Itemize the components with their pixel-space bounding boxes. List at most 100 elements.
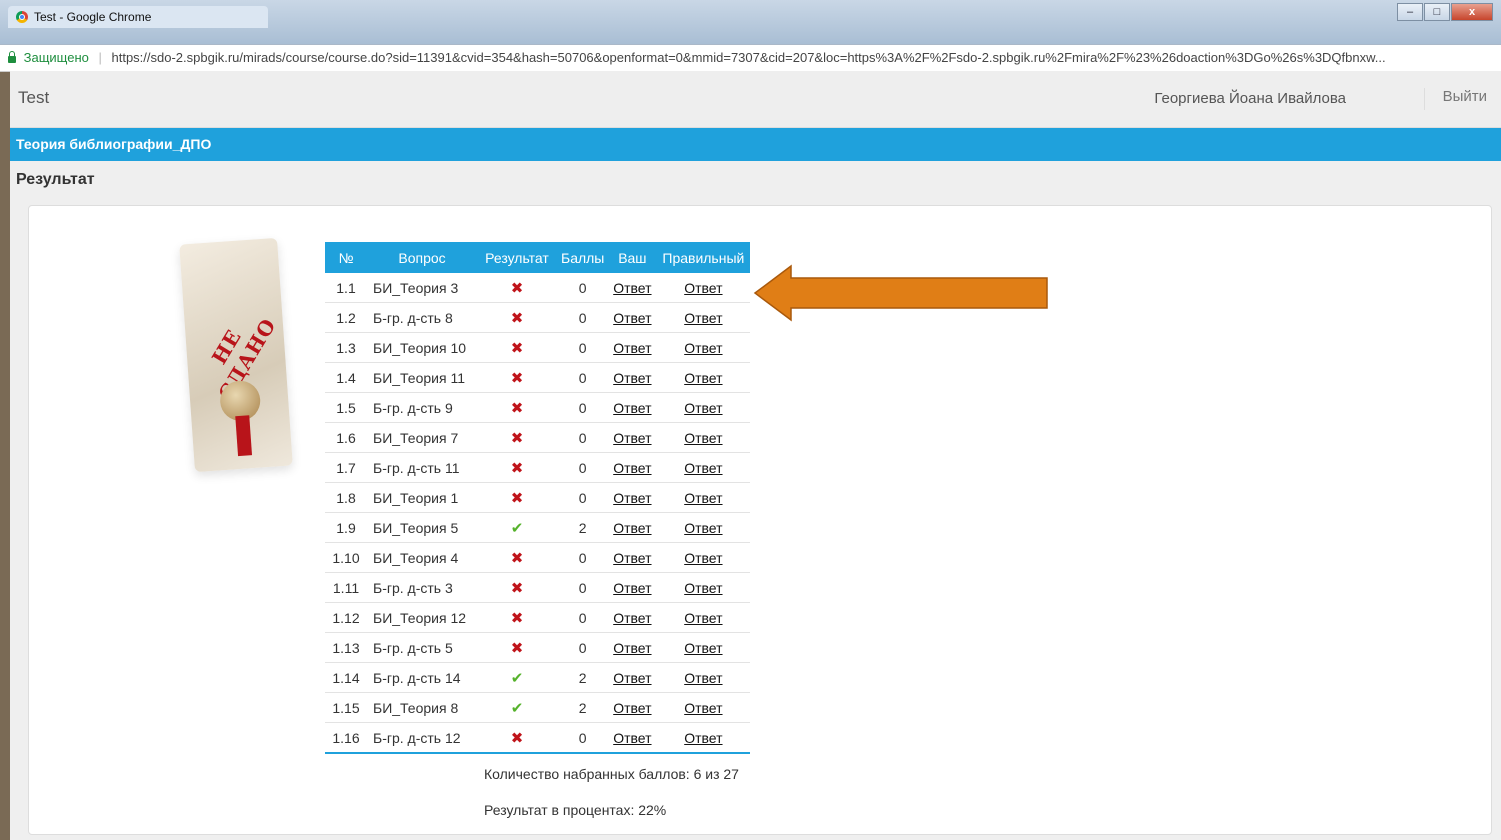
table-cell: БИ_Теория 3: [367, 273, 477, 303]
row-number: 1.7: [336, 459, 356, 476]
correct-answer-link[interactable]: Ответ: [684, 610, 722, 626]
your-answer-link[interactable]: Ответ: [613, 370, 651, 386]
row-score: 0: [578, 309, 587, 326]
table-cell: ✖: [477, 722, 557, 754]
table-row: 1.1 БИ_Теория 3 ✖ 0 Ответ Ответ: [325, 273, 751, 303]
table-cell: Ответ: [608, 662, 657, 693]
maximize-button[interactable]: □: [1424, 3, 1450, 21]
cross-icon: ✖: [510, 339, 524, 357]
table-cell: 1.10: [325, 542, 367, 573]
your-answer-link[interactable]: Ответ: [613, 520, 651, 536]
your-answer-link[interactable]: Ответ: [613, 580, 651, 596]
your-answer-link[interactable]: Ответ: [613, 640, 651, 656]
table-cell: 1.14: [325, 662, 367, 693]
table-cell: Ответ: [656, 362, 751, 393]
table-cell: 0: [557, 362, 609, 393]
row-number: 1.11: [332, 579, 360, 596]
user-name: Георгиева Йоана Ивайлова: [1154, 90, 1346, 107]
row-score: 2: [578, 699, 587, 716]
minimize-button[interactable]: –: [1397, 3, 1423, 21]
your-answer-link[interactable]: Ответ: [613, 730, 651, 746]
table-cell: 0: [557, 542, 609, 573]
table-cell: ✖: [477, 482, 557, 513]
table-cell: Б-гр. д-сть 3: [367, 572, 477, 603]
url-text[interactable]: https://sdo-2.spbgik.ru/mirads/course/co…: [112, 50, 1386, 65]
your-answer-link[interactable]: Ответ: [613, 280, 651, 296]
row-number: 1.15: [332, 699, 360, 716]
row-score: 2: [578, 519, 587, 536]
address-bar[interactable]: Защищено | https://sdo-2.spbgik.ru/mirad…: [0, 44, 1501, 72]
table-row: 1.9 БИ_Теория 5 ✔ 2 Ответ Ответ: [325, 512, 751, 543]
close-button[interactable]: x: [1451, 3, 1493, 21]
table-cell: Ответ: [608, 572, 657, 603]
table-row: 1.15 БИ_Теория 8 ✔ 2 Ответ Ответ: [325, 692, 751, 723]
correct-answer-link[interactable]: Ответ: [684, 520, 722, 536]
table-cell: Ответ: [608, 482, 657, 513]
table-header-row: № Вопрос Результат Баллы Ваш Правильный: [325, 242, 751, 273]
table-cell: ✖: [477, 632, 557, 663]
correct-answer-link[interactable]: Ответ: [684, 310, 722, 326]
table-cell: ✔: [477, 512, 557, 543]
chrome-icon: [16, 11, 28, 23]
correct-answer-link[interactable]: Ответ: [684, 280, 722, 296]
row-number: 1.12: [332, 609, 360, 626]
question-name: БИ_Теория 10: [373, 339, 467, 356]
table-cell: 1.8: [325, 482, 367, 513]
your-answer-link[interactable]: Ответ: [613, 430, 651, 446]
cross-icon: ✖: [510, 639, 524, 657]
correct-answer-link[interactable]: Ответ: [684, 430, 722, 446]
section-title: Результат: [16, 171, 95, 188]
your-answer-link[interactable]: Ответ: [613, 460, 651, 476]
table-cell: 1.1: [325, 273, 367, 303]
table-row: 1.10 БИ_Теория 4 ✖ 0 Ответ Ответ: [325, 542, 751, 573]
question-name: Б-гр. д-сть 9: [373, 399, 453, 416]
row-number: 1.4: [336, 369, 356, 386]
table-cell: Ответ: [608, 302, 657, 333]
row-score: 0: [578, 729, 587, 746]
correct-answer-link[interactable]: Ответ: [684, 640, 722, 656]
your-answer-link[interactable]: Ответ: [613, 310, 651, 326]
your-answer-link[interactable]: Ответ: [613, 490, 651, 506]
table-cell: БИ_Теория 5: [367, 512, 477, 543]
table-cell: Ответ: [656, 452, 751, 483]
your-answer-link[interactable]: Ответ: [613, 700, 651, 716]
your-answer-link[interactable]: Ответ: [613, 670, 651, 686]
correct-answer-link[interactable]: Ответ: [684, 340, 722, 356]
cross-icon: ✖: [510, 369, 524, 387]
correct-answer-link[interactable]: Ответ: [684, 700, 722, 716]
points-summary: Количество набранных баллов: 6 из 27: [484, 766, 739, 782]
your-answer-link[interactable]: Ответ: [613, 610, 651, 626]
browser-tab[interactable]: Test - Google Chrome: [8, 6, 268, 28]
table-row: 1.8 БИ_Теория 1 ✖ 0 Ответ Ответ: [325, 482, 751, 513]
table-cell: Ответ: [608, 392, 657, 423]
app-header: Test Георгиева Йоана Ивайлова Выйти: [10, 71, 1501, 128]
correct-answer-link[interactable]: Ответ: [684, 460, 722, 476]
correct-answer-link[interactable]: Ответ: [684, 370, 722, 386]
address-separator: |: [98, 50, 102, 65]
correct-answer-link[interactable]: Ответ: [684, 490, 722, 506]
table-row: 1.4 БИ_Теория 11 ✖ 0 Ответ Ответ: [325, 362, 751, 393]
correct-answer-link[interactable]: Ответ: [684, 730, 722, 746]
cross-icon: ✖: [510, 549, 524, 567]
your-answer-link[interactable]: Ответ: [613, 340, 651, 356]
table-cell: Ответ: [656, 662, 751, 693]
your-answer-link[interactable]: Ответ: [613, 550, 651, 566]
row-score: 0: [578, 609, 587, 626]
page: Test Георгиева Йоана Ивайлова Выйти Теор…: [10, 71, 1501, 840]
table-cell: 1.5: [325, 392, 367, 423]
table-cell: БИ_Теория 7: [367, 422, 477, 453]
correct-answer-link[interactable]: Ответ: [684, 670, 722, 686]
correct-answer-link[interactable]: Ответ: [684, 400, 722, 416]
logout-link[interactable]: Выйти: [1423, 88, 1487, 110]
your-answer-link[interactable]: Ответ: [613, 400, 651, 416]
correct-answer-link[interactable]: Ответ: [684, 550, 722, 566]
table-cell: 0: [557, 422, 609, 453]
table-cell: БИ_Теория 10: [367, 332, 477, 363]
table-cell: Ответ: [608, 362, 657, 393]
row-number: 1.10: [332, 549, 360, 566]
correct-answer-link[interactable]: Ответ: [684, 580, 722, 596]
table-cell: 1.15: [325, 692, 367, 723]
table-cell: Ответ: [608, 452, 657, 483]
checkmark-icon: ✔: [510, 669, 524, 687]
table-cell: ✖: [477, 273, 557, 303]
